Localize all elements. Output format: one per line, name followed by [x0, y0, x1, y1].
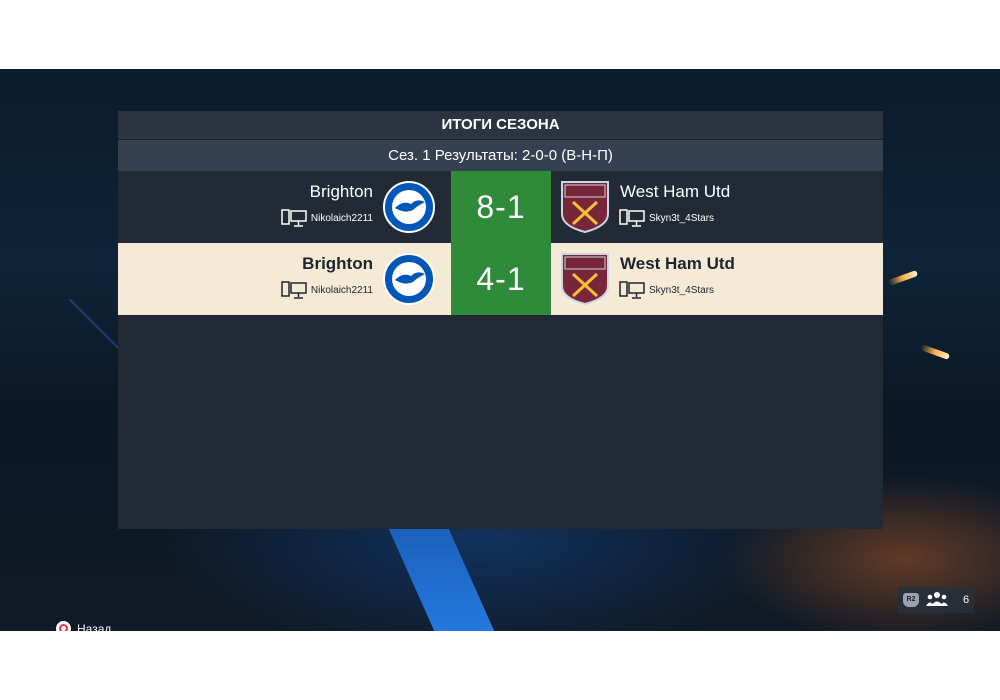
match-row-selected[interactable]: Brighton Nikolaich2211 4-1 West Ham Utd …: [118, 243, 883, 315]
home-player: Nikolaich2211: [281, 208, 373, 228]
player-name: Skyn3t_4Stars: [649, 284, 715, 296]
brighton-crest-icon: [383, 252, 435, 306]
people-icon: [925, 591, 949, 610]
away-team-name: West Ham Utd: [620, 182, 731, 201]
away-side: West Ham Utd Skyn3t_4Stars: [551, 243, 883, 315]
circle-button-icon: [56, 621, 71, 631]
westham-crest-icon: [559, 180, 611, 234]
match-row[interactable]: Brighton Nikolaich2211 8-1 West Ham Utd …: [118, 171, 883, 243]
season-results-panel: ИТОГИ СЕЗОНА Сез. 1 Результаты: 2-0-0 (В…: [118, 111, 883, 529]
away-player: Skyn3t_4Stars: [619, 280, 714, 300]
back-button[interactable]: Назад: [56, 621, 111, 631]
player-name: Nikolaich2211: [310, 212, 373, 224]
brighton-crest-icon: [383, 180, 435, 234]
season-record: Сез. 1 Результаты: 2-0-0 (В-Н-П): [118, 139, 883, 171]
player-name: Nikolaich2211: [310, 284, 373, 296]
away-side: West Ham Utd Skyn3t_4Stars: [551, 171, 883, 243]
away-player: Skyn3t_4Stars: [619, 208, 714, 228]
r2-button-icon: R2: [903, 593, 919, 607]
pc-icon: [619, 280, 645, 300]
westham-crest-icon: [559, 252, 611, 306]
pc-icon: [619, 208, 645, 228]
pc-icon: [281, 208, 307, 228]
online-status[interactable]: R2 6: [898, 587, 974, 613]
home-side: Brighton Nikolaich2211: [118, 171, 451, 243]
pc-icon: [281, 280, 307, 300]
panel-title: ИТОГИ СЕЗОНА: [118, 111, 883, 139]
spark-decoration: [919, 344, 951, 360]
home-side: Brighton Nikolaich2211: [118, 243, 451, 315]
home-team-name: Brighton: [309, 182, 373, 201]
home-player: Nikolaich2211: [281, 280, 373, 300]
player-name: Skyn3t_4Stars: [649, 212, 715, 224]
away-team-name: West Ham Utd: [620, 254, 735, 273]
match-score: 8-1: [451, 171, 551, 243]
online-count: 6: [963, 594, 970, 606]
back-label: Назад: [77, 621, 112, 632]
home-team-name: Brighton: [302, 254, 373, 273]
background-stripe: [388, 529, 512, 631]
game-screen: ИТОГИ СЕЗОНА Сез. 1 Результаты: 2-0-0 (В…: [0, 69, 1000, 631]
spark-decoration: [887, 270, 919, 286]
match-score: 4-1: [451, 243, 551, 315]
